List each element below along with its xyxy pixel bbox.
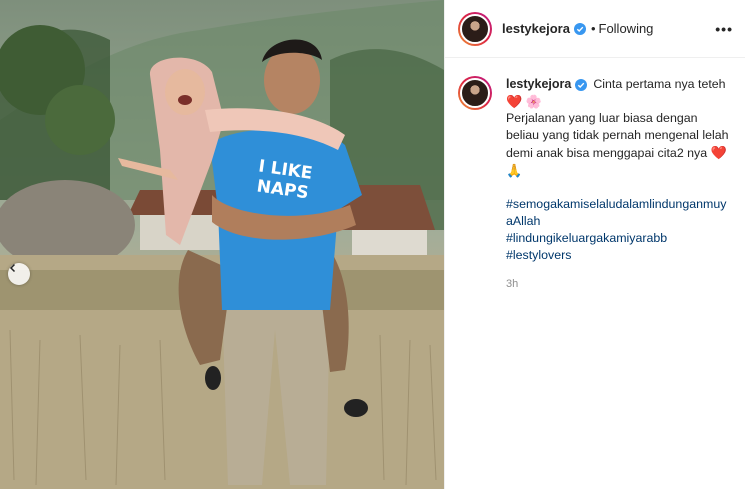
post-photo: I LIKE NAPS [0,0,444,489]
hashtag-link[interactable]: #lestylovers [506,247,732,264]
post-header: lestykejora • Following ••• [445,0,745,58]
caption-body: lestykejora Cinta pertama nya teteh ❤️ 🌸… [506,76,732,293]
chevron-left-icon [9,263,16,273]
post-timestamp[interactable]: 3h [506,276,732,293]
verified-badge-icon [575,78,588,91]
hashtag-link[interactable]: #semogakamiselaludalamlindunganmuyaAllah [506,196,732,230]
caption-paragraph: Perjalanan yang luar biasa dengan beliau… [506,110,732,180]
caption-username[interactable]: lestykejora [506,76,571,93]
caption-first-line: Cinta pertama nya teteh [593,77,726,91]
post-photo-illustration [0,0,444,489]
caption-body-text: Perjalanan yang luar biasa dengan beliau… [506,111,729,160]
caption-avatar[interactable] [458,76,492,110]
caption-emojis-first: ❤️ 🌸 [506,94,542,109]
separator-dot: • [590,21,596,36]
caption: lestykejora Cinta pertama nya teteh ❤️ 🌸… [445,58,745,293]
more-options-button[interactable]: ••• [715,21,733,37]
hashtag-list: #semogakamiselaludalamlindunganmuyaAllah… [506,196,732,264]
verified-badge-icon [573,22,586,35]
following-button[interactable]: Following [599,21,654,36]
header-username[interactable]: lestykejora [502,21,570,36]
hashtag-link[interactable]: #lindungikeluargakamiyarabb [506,230,732,247]
carousel-prev-button[interactable] [8,263,30,285]
post-sidebar: lestykejora • Following ••• lestykejora … [444,0,745,489]
avatar[interactable] [458,11,492,46]
